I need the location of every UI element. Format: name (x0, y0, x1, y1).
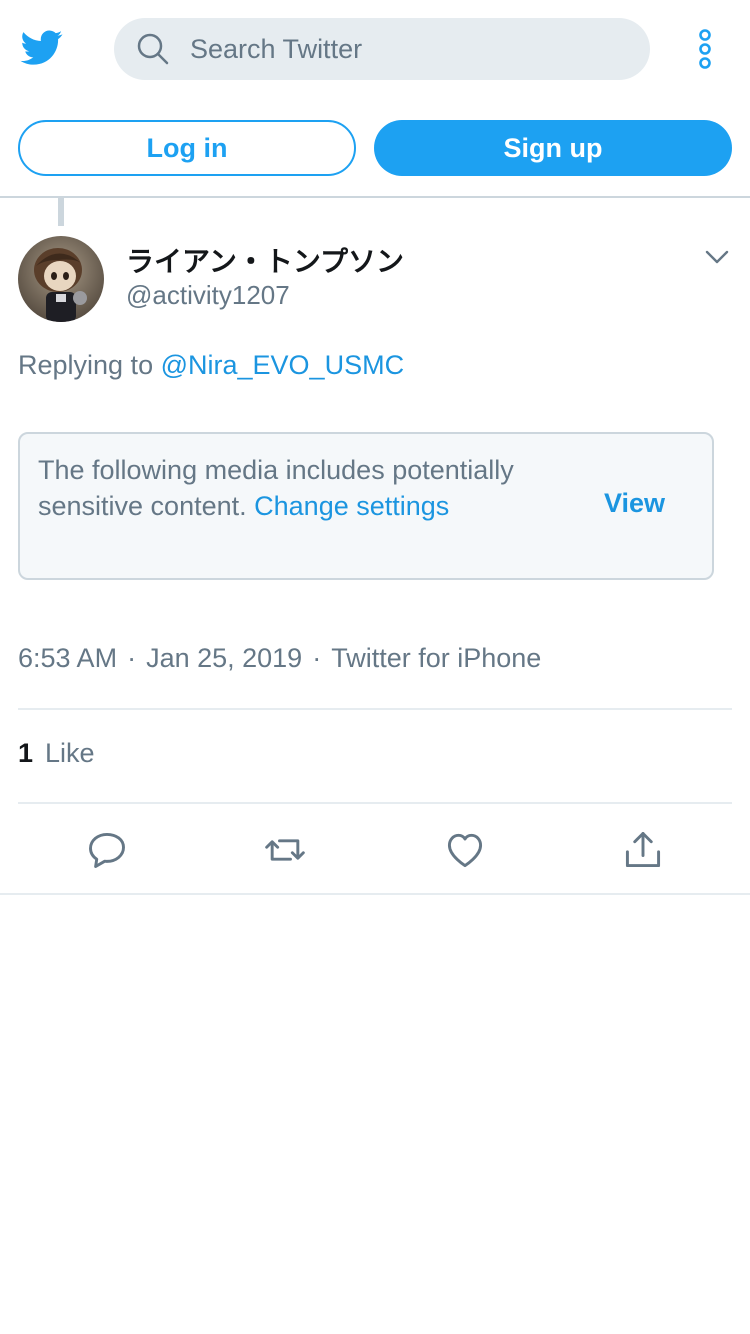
divider (0, 893, 750, 895)
top-bar (0, 0, 750, 98)
search-box[interactable] (114, 18, 650, 80)
tweet-time[interactable]: 6:53 AM (18, 643, 117, 673)
divider (18, 708, 732, 710)
retweet-icon[interactable] (263, 828, 307, 872)
auth-bar: Log in Sign up (0, 98, 750, 198)
tweet-meta: 6:53 AM · Jan 25, 2019 · Twitter for iPhone (18, 643, 541, 674)
like-icon[interactable] (443, 828, 487, 872)
tweet-actions (0, 804, 750, 894)
more-vertical-icon[interactable] (690, 28, 720, 70)
share-icon[interactable] (621, 828, 665, 872)
avatar-image (18, 236, 104, 322)
reply-icon[interactable] (85, 828, 129, 872)
tweet-date[interactable]: Jan 25, 2019 (146, 643, 302, 673)
thread-connector (58, 198, 64, 226)
likes-label: Like (45, 738, 95, 768)
sensitive-message: The following media includes potentially… (38, 452, 558, 524)
login-button[interactable]: Log in (18, 120, 356, 176)
separator-dot: · (127, 643, 137, 673)
reply-prefix: Replying to (18, 350, 154, 380)
display-name[interactable]: ライアン・トンプソン (126, 240, 404, 280)
chevron-down-icon[interactable] (704, 248, 730, 266)
likes-count: 1 (18, 738, 34, 768)
signup-button[interactable]: Sign up (374, 120, 732, 176)
user-handle[interactable]: @activity1207 (126, 280, 290, 311)
reply-context: Replying to @Nira_EVO_USMC (18, 350, 404, 381)
likes-stat[interactable]: 1 Like (18, 738, 95, 769)
avatar[interactable] (18, 236, 104, 322)
change-settings-link[interactable]: Change settings (254, 491, 449, 521)
twitter-bird-icon[interactable] (18, 26, 66, 68)
tweet-source[interactable]: Twitter for iPhone (331, 643, 541, 673)
search-icon (137, 33, 169, 65)
search-input[interactable] (190, 18, 630, 80)
reply-mention-link[interactable]: @Nira_EVO_USMC (161, 350, 404, 380)
separator-dot: · (312, 643, 322, 673)
view-media-button[interactable]: View (604, 488, 665, 519)
sensitive-media-notice: The following media includes potentially… (18, 432, 714, 580)
